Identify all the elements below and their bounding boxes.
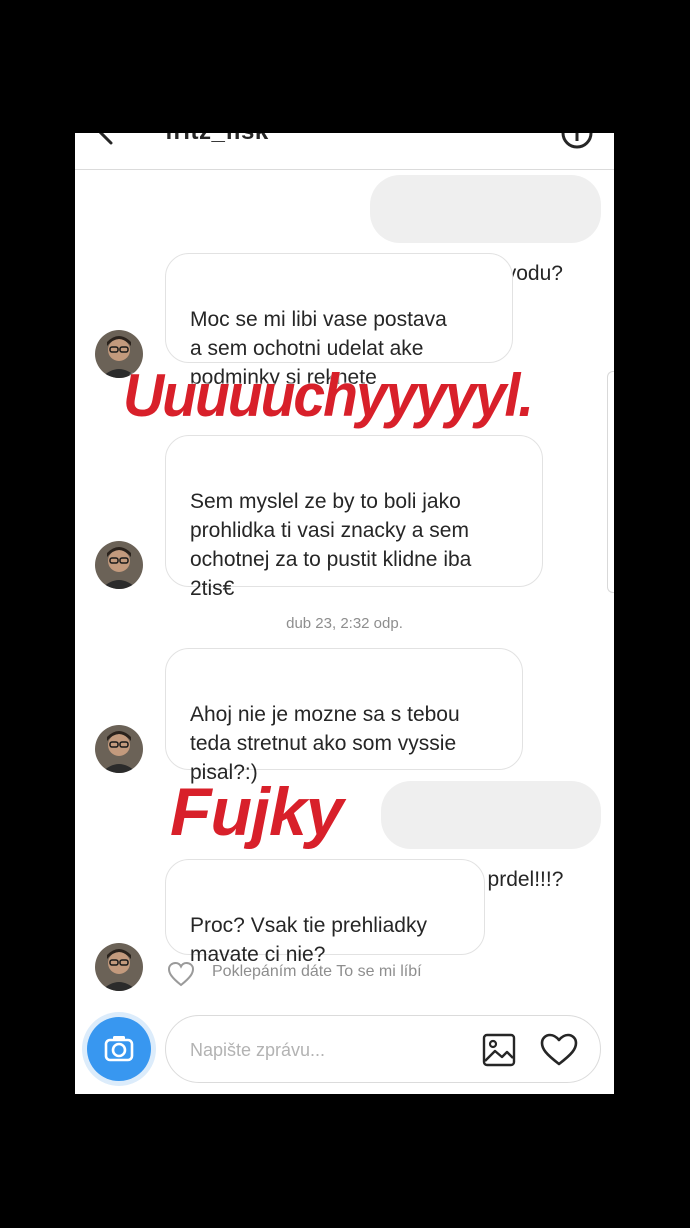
camera-button[interactable] xyxy=(87,1017,151,1081)
avatar[interactable] xyxy=(95,943,143,991)
message-outgoing[interactable]: Delas si prdel!!!? xyxy=(381,781,601,891)
heart-outline-icon[interactable] xyxy=(167,961,195,987)
message-text: Ahoj nie je mozne sa s tebou teda stretn… xyxy=(190,703,460,784)
message-incoming[interactable]: Moc se mi libi vase postava a sem ochotn… xyxy=(165,253,513,389)
chat-header: fritz_fisk xyxy=(75,133,614,170)
back-arrow-icon[interactable] xyxy=(93,133,123,147)
gallery-icon[interactable] xyxy=(482,1033,516,1067)
message-text: Proc? Vsak tie prehliadky mavate ci nie? xyxy=(190,914,427,966)
heart-icon[interactable] xyxy=(540,1033,578,1067)
like-hint-text: Poklepáním dáte To se mi líbí xyxy=(212,963,422,980)
sticker-text[interactable]: Uuuuuchyyyyyl. xyxy=(123,361,534,430)
message-timestamp: dub 23, 2:32 odp. xyxy=(286,615,403,632)
sticker-text[interactable]: Fujky xyxy=(170,773,344,851)
chat-screen: fritz_fisk Z jakeho duvodu? Moc se mi li… xyxy=(75,133,614,1094)
message-composer xyxy=(165,1015,601,1083)
info-icon[interactable] xyxy=(561,133,593,149)
message-incoming[interactable]: Proc? Vsak tie prehliadky mavate ci nie? xyxy=(165,859,485,966)
chat-username[interactable]: fritz_fisk xyxy=(165,133,269,146)
camera-icon xyxy=(104,1036,134,1062)
message-incoming[interactable]: Sem myslel ze by to boli jako prohlidka … xyxy=(165,435,543,600)
message-text: Sem myslel ze by to boli jako prohlidka … xyxy=(190,490,472,600)
avatar[interactable] xyxy=(95,541,143,589)
message-input[interactable] xyxy=(188,1033,462,1067)
message-incoming[interactable]: Ahoj nie je mozne sa s tebou teda stretn… xyxy=(165,648,523,784)
avatar[interactable] xyxy=(95,725,143,773)
message-outgoing[interactable]: Z jakeho duvodu? xyxy=(370,175,601,285)
scrollbar[interactable] xyxy=(607,371,614,593)
